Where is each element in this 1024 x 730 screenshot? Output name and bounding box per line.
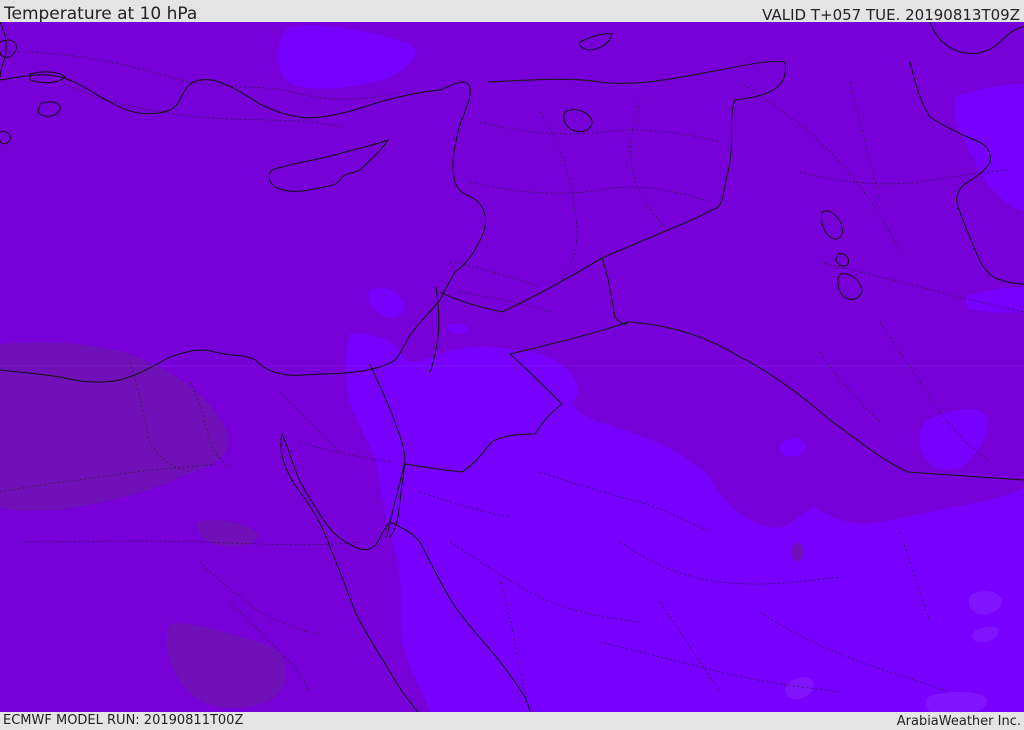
map-title: Temperature at 10 hPa xyxy=(4,4,198,24)
credit-label: ArabiaWeather Inc. xyxy=(896,714,1021,729)
header-bar: Temperature at 10 hPa VALID T+057 TUE. 2… xyxy=(0,0,1024,24)
footer-bar: ECMWF MODEL RUN: 20190811T00Z ArabiaWeat… xyxy=(0,712,1024,729)
map-canvas xyxy=(0,22,1024,712)
model-run-label: ECMWF MODEL RUN: 20190811T00Z xyxy=(3,713,244,728)
weather-map xyxy=(0,22,1024,712)
